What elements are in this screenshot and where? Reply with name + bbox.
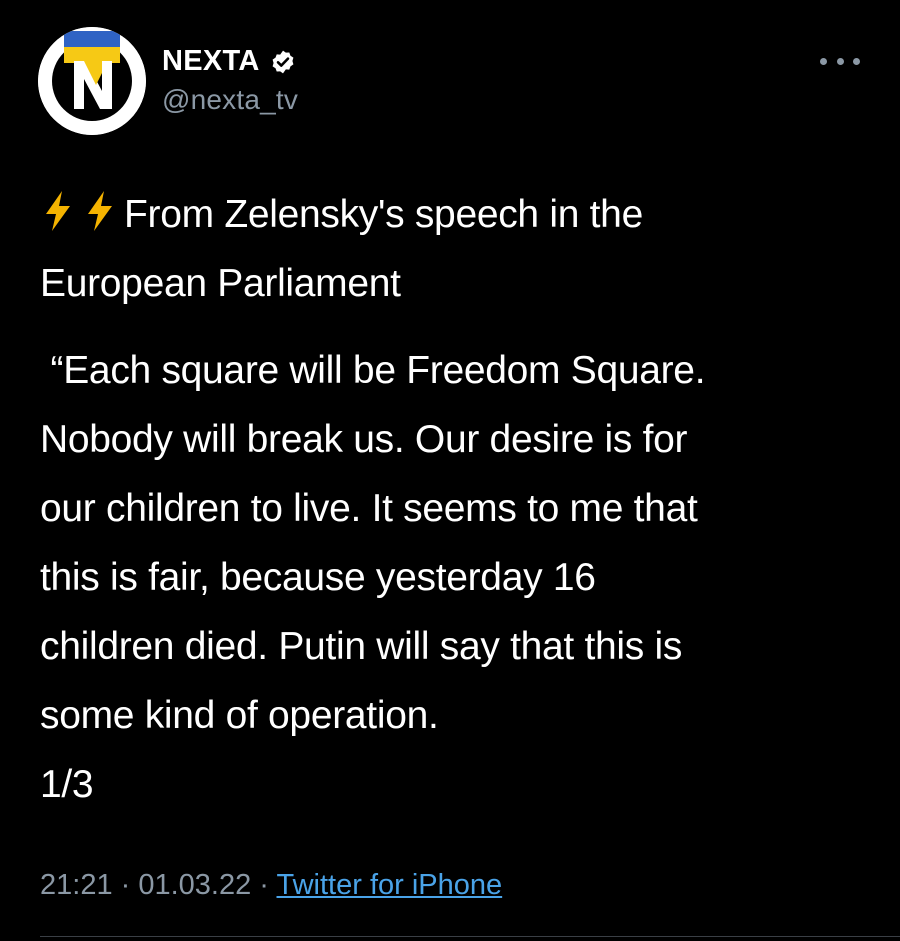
display-name[interactable]: NEXTA [162, 45, 260, 78]
nexta-logo [38, 27, 146, 135]
account-names: NEXTA @nexta_tv [162, 45, 298, 116]
more-dot [836, 57, 844, 65]
avatar[interactable] [38, 27, 146, 135]
tweet-line: 1/3 [40, 763, 94, 806]
display-name-row: NEXTA [162, 45, 298, 78]
tweet-line: “Each square will be Freedom Square. [40, 349, 706, 392]
more-dot [853, 57, 860, 65]
tweet-line: some kind of operation. [40, 694, 439, 737]
separator: · [251, 869, 277, 901]
more-dot [820, 57, 827, 65]
tweet-source-link[interactable]: Twitter for iPhone [277, 869, 503, 901]
tweet-date: 01.03.22 [138, 869, 252, 901]
tweet-line: children died. Putin will say that this … [40, 625, 683, 668]
tweet-line: Nobody will break us. Our desire is for [40, 418, 688, 461]
high-voltage-emoji-icon [88, 191, 112, 231]
tweet-header: NEXTA @nexta_tv [38, 27, 860, 137]
separator: · [112, 869, 139, 901]
high-voltage-emoji-icon [46, 191, 70, 231]
tweet-line: this is fair, because yesterday 16 [40, 556, 596, 599]
tweet-line: From Zelensky's speech in the [40, 180, 880, 249]
verified-badge-icon [272, 50, 294, 73]
tweet-line: our children to live. It seems to me tha… [40, 487, 698, 530]
divider [40, 936, 900, 937]
handle[interactable]: @nexta_tv [162, 84, 298, 116]
tweet-time: 21:21 [40, 869, 113, 901]
tweet-line: European Parliament [40, 262, 401, 305]
tweet-text: From Zelensky's speech in the European P… [40, 180, 880, 819]
tweet-line-text: From Zelensky's speech in the [124, 193, 643, 236]
more-options-icon[interactable] [820, 49, 860, 73]
tweet-meta: 21:21 · 01.03.22 · Twitter for iPhone [40, 869, 502, 902]
